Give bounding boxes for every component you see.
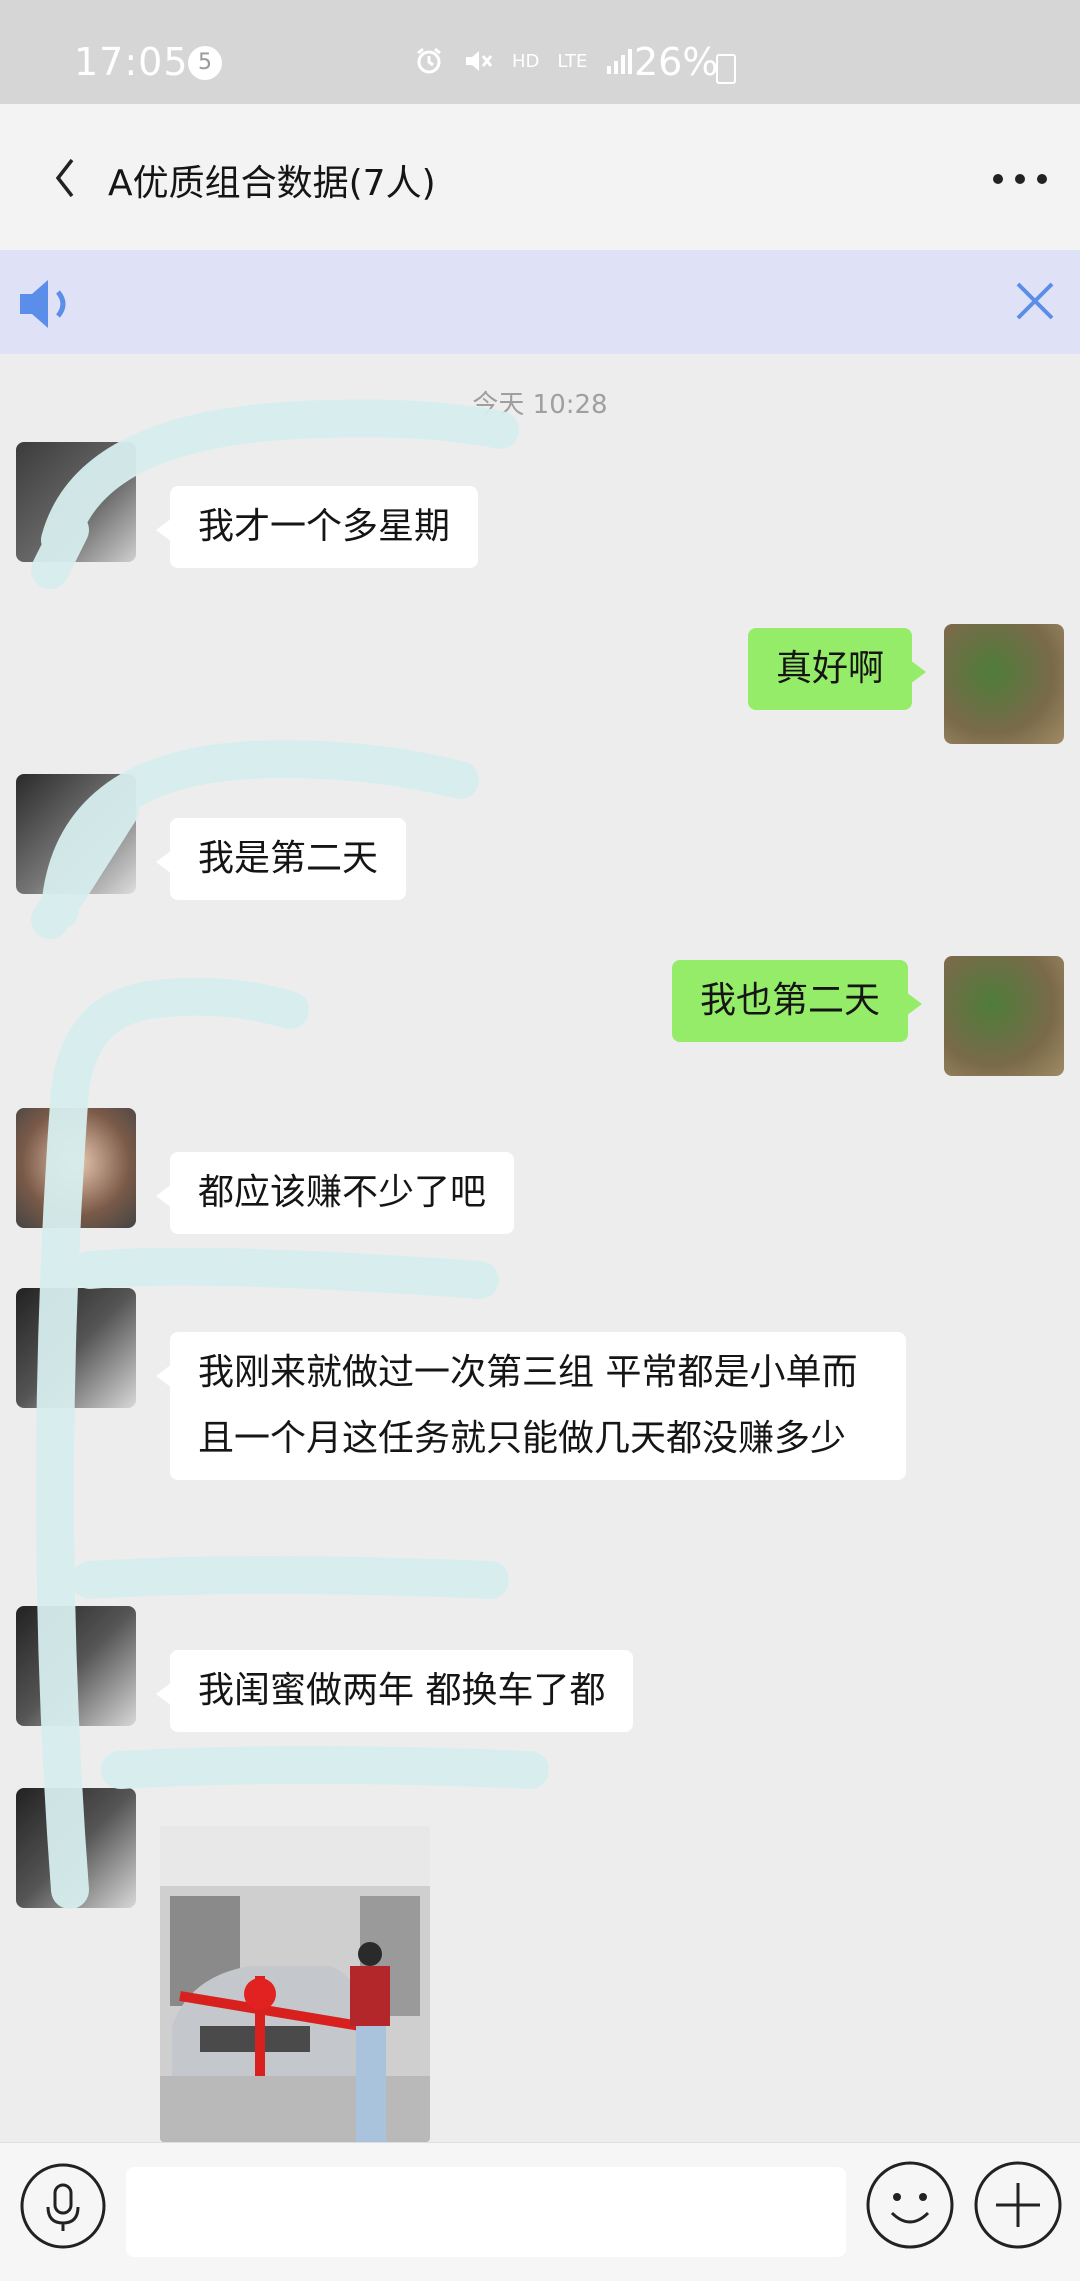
microphone-icon[interactable] (18, 2161, 108, 2251)
car-photo-image (160, 1826, 430, 2142)
notification-count-badge: 5 (188, 46, 222, 80)
voice-notice-bar[interactable] (0, 250, 1080, 354)
lte-label: LTE (557, 50, 588, 72)
message-bubble[interactable]: 都应该赚不少了吧 (155, 1152, 515, 1234)
chat-title: A优质组合数据(7人) (108, 163, 436, 204)
avatar[interactable] (16, 774, 136, 894)
status-bar: 17:05 5 HD LTE 26% (0, 0, 1080, 104)
chat-timestamp: 今天 10:28 (472, 390, 608, 420)
avatar[interactable] (16, 1108, 136, 1228)
status-time: 17:05 (74, 40, 189, 84)
my-avatar[interactable] (944, 956, 1064, 1076)
message-bubble[interactable]: 我才一个多星期 (155, 486, 479, 568)
hd-label: HD (512, 50, 540, 72)
message-bubble[interactable]: 我是第二天 (155, 818, 407, 900)
battery-percent: 26% (634, 40, 719, 84)
message-bubble-me[interactable]: 我也第二天 (672, 960, 923, 1042)
message-image[interactable] (160, 1826, 430, 2142)
message-input[interactable] (126, 2167, 846, 2257)
avatar[interactable] (16, 1788, 136, 1908)
status-icons: HD LTE (414, 46, 635, 76)
input-bar (0, 2142, 1080, 2281)
chevron-left-icon[interactable] (44, 148, 84, 208)
battery-icon (716, 54, 736, 84)
plus-icon[interactable] (972, 2159, 1064, 2251)
avatar[interactable] (16, 442, 136, 562)
speaker-icon (20, 280, 66, 328)
chat-header: A优质组合数据(7人) (0, 104, 1080, 250)
message-bubble[interactable]: 我闺蜜做两年 都换车了都 (155, 1650, 634, 1732)
avatar[interactable] (16, 1288, 136, 1408)
mute-icon (466, 51, 493, 71)
alarm-icon (417, 47, 441, 74)
signal-icon (607, 49, 633, 74)
close-icon[interactable] (1012, 278, 1058, 324)
more-dots-icon[interactable] (990, 164, 1050, 194)
avatar[interactable] (16, 1606, 136, 1726)
message-bubble[interactable]: 我刚来就做过一次第三组 平常都是小单而且一个月这任务就只能做几天都没赚多少 (156, 1332, 906, 1480)
emoji-icon[interactable] (864, 2159, 956, 2251)
message-bubble-me[interactable]: 真好啊 (748, 628, 927, 710)
my-avatar[interactable] (944, 624, 1064, 744)
